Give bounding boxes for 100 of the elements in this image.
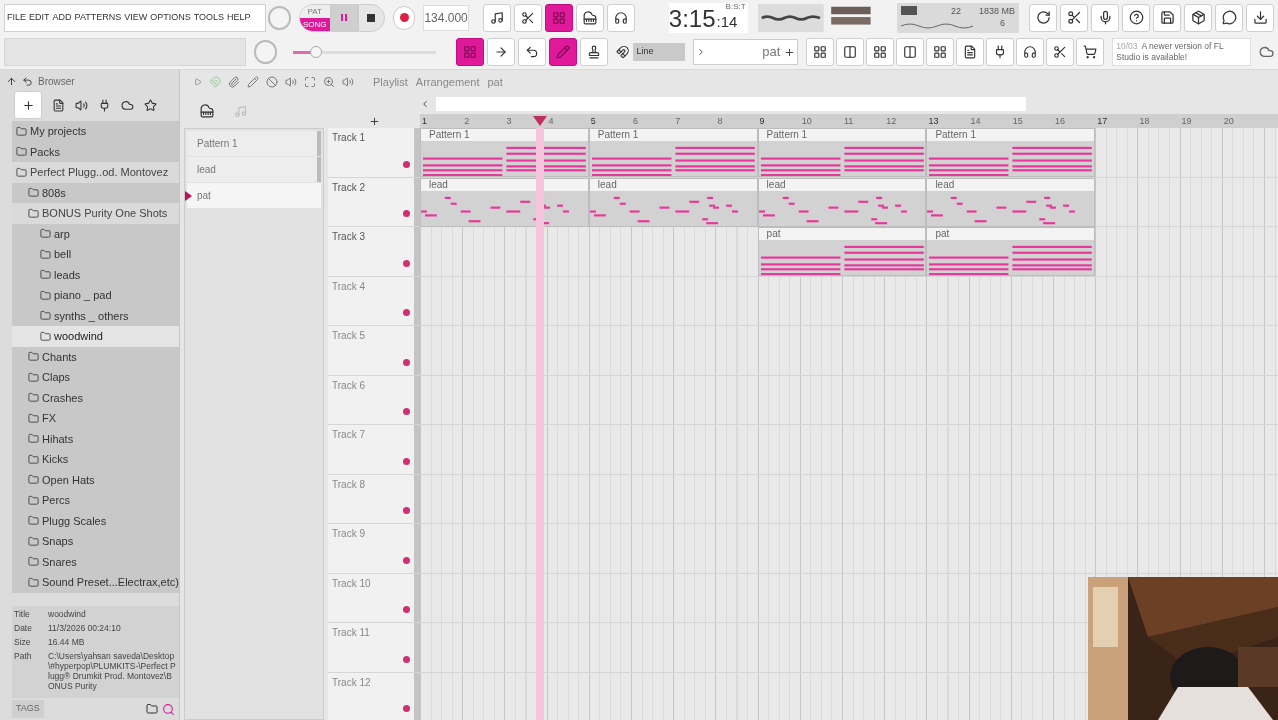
- pattern-clip[interactable]: lead: [588, 177, 758, 227]
- menu-item[interactable]: FILE: [7, 10, 26, 25]
- browser-item[interactable]: Snares: [12, 551, 179, 572]
- window-button[interactable]: [1046, 38, 1075, 66]
- window-button[interactable]: [986, 38, 1015, 66]
- pattern-item[interactable]: Pattern 1: [187, 131, 321, 156]
- pattern-song-toggle[interactable]: PAT SONG: [298, 3, 331, 32]
- tempo-slider[interactable]: [293, 44, 437, 60]
- track-button-icon[interactable]: [403, 457, 410, 465]
- pattern-clip[interactable]: lead: [757, 177, 927, 227]
- browser-item[interactable]: woodwind: [12, 326, 179, 347]
- tool-button[interactable]: [456, 38, 485, 66]
- toolbar-button[interactable]: [544, 3, 573, 32]
- pattern-clip[interactable]: lead: [420, 177, 589, 227]
- pattern-clip[interactable]: pat: [926, 227, 1096, 276]
- scrollbar[interactable]: [436, 97, 1026, 111]
- menu-item[interactable]: PATTERNS: [74, 10, 122, 25]
- browser-item[interactable]: 808s: [12, 182, 179, 203]
- bar-number: 20: [1223, 115, 1234, 128]
- speaker-icon: [342, 76, 354, 88]
- window-button[interactable]: [866, 38, 895, 66]
- browser-item[interactable]: Hihats: [12, 428, 179, 449]
- pattern-item[interactable]: pat: [187, 183, 321, 208]
- track-name[interactable]: Track 2: [332, 179, 365, 195]
- track-button-icon[interactable]: [403, 556, 410, 564]
- browser-item[interactable]: arp: [12, 223, 179, 244]
- pattern-clip[interactable]: pat: [757, 227, 927, 276]
- browser-item[interactable]: Sound Preset...Electrax,etc): [12, 572, 179, 593]
- browser-item[interactable]: Claps: [12, 367, 179, 388]
- pattern-item[interactable]: lead: [187, 157, 321, 182]
- browser-filter-button[interactable]: [14, 91, 42, 119]
- window-button[interactable]: [926, 38, 955, 66]
- save-button[interactable]: [1153, 3, 1181, 32]
- pattern-clip[interactable]: lead: [926, 177, 1096, 227]
- pattern-clip[interactable]: Pattern 1: [757, 128, 927, 177]
- render-button[interactable]: [1184, 3, 1212, 32]
- pattern-clip[interactable]: Pattern 1: [926, 128, 1096, 177]
- pattern-clip[interactable]: Pattern 1: [588, 128, 758, 177]
- browser-item[interactable]: Open Hats: [12, 469, 179, 490]
- browser-item[interactable]: Chants: [12, 346, 179, 367]
- microphone-button[interactable]: [1091, 3, 1119, 32]
- window-button[interactable]: [836, 38, 865, 66]
- browser-item[interactable]: Packs: [12, 141, 179, 162]
- window-button[interactable]: [806, 38, 835, 66]
- menu-item[interactable]: TOOLS: [193, 10, 225, 25]
- folder-icon: [16, 166, 27, 178]
- chat-button[interactable]: [1215, 3, 1243, 32]
- refresh-icon: [1035, 10, 1051, 25]
- search-icon: [162, 702, 175, 716]
- track-button-icon[interactable]: [403, 408, 410, 415]
- browser-item[interactable]: FX: [12, 408, 179, 429]
- track-button-icon[interactable]: [403, 309, 410, 316]
- stop-icon: [367, 13, 376, 22]
- track-button-icon[interactable]: [403, 358, 410, 366]
- window-button[interactable]: [956, 38, 985, 66]
- download-button[interactable]: [1246, 3, 1274, 32]
- pattern-clip[interactable]: Pattern 1: [420, 128, 589, 177]
- window-button[interactable]: [1076, 38, 1105, 66]
- clip-label: lead: [589, 178, 757, 191]
- browser-item[interactable]: Crashes: [12, 387, 179, 408]
- track-button-icon[interactable]: [403, 655, 410, 663]
- menu-item[interactable]: EDIT: [29, 10, 50, 25]
- stop-button[interactable]: [357, 3, 385, 32]
- browser-item[interactable]: leads: [12, 264, 179, 285]
- menu-item[interactable]: VIEW: [124, 10, 148, 25]
- window-button[interactable]: [896, 38, 925, 66]
- browser-item[interactable]: My projects: [12, 121, 179, 142]
- menu-item[interactable]: OPTIONS: [150, 10, 191, 25]
- menu-item[interactable]: HELP: [227, 10, 251, 25]
- track-button-icon[interactable]: [403, 259, 410, 267]
- track-button-icon[interactable]: [403, 606, 410, 613]
- track-name[interactable]: Track 3: [332, 229, 365, 244]
- window-icon: [1053, 45, 1068, 59]
- menu-item[interactable]: ADD: [52, 10, 72, 25]
- pause-button[interactable]: [330, 3, 358, 32]
- help-button[interactable]: [1122, 3, 1150, 32]
- browser-item[interactable]: Kicks: [12, 449, 179, 470]
- snap-dropdown[interactable]: Line: [633, 43, 686, 61]
- record-button[interactable]: [392, 5, 416, 30]
- pattern-selector[interactable]: pat: [693, 39, 799, 65]
- folder-icon: [40, 248, 51, 260]
- tool-button[interactable]: [549, 38, 578, 66]
- browser-item[interactable]: bell: [12, 244, 179, 265]
- cloud-icon: [1258, 44, 1275, 60]
- browser-item[interactable]: Percs: [12, 490, 179, 511]
- track-name[interactable]: Track 1: [332, 130, 365, 145]
- track-button-icon[interactable]: [403, 705, 410, 712]
- track-button-icon[interactable]: [403, 160, 410, 168]
- bar-number: 15: [1012, 115, 1023, 128]
- refresh-button[interactable]: [1029, 3, 1057, 32]
- browser-item[interactable]: Plugg Scales: [12, 510, 179, 531]
- browser-item[interactable]: Snaps: [12, 531, 179, 552]
- window-icon: [1083, 45, 1098, 59]
- browser-item[interactable]: piano _ pad: [12, 285, 179, 306]
- browser-item[interactable]: synths _ others: [12, 305, 179, 326]
- track-button-icon[interactable]: [403, 210, 410, 217]
- window-button[interactable]: [1016, 38, 1045, 66]
- tags-button[interactable]: TAGS: [12, 700, 44, 718]
- track-button-icon[interactable]: [403, 507, 410, 514]
- tempo-field[interactable]: 134.000: [423, 4, 469, 31]
